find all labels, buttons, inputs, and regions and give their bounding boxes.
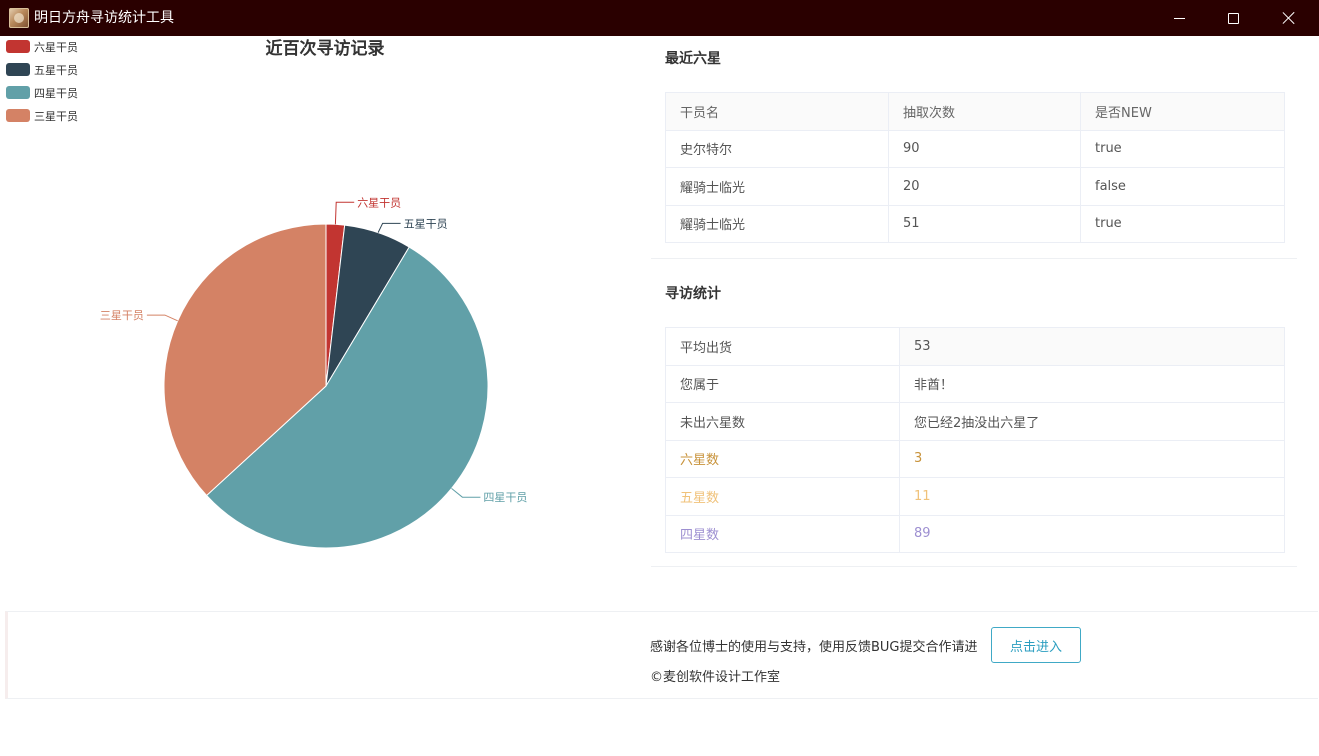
recent-six-table: 干员名 抽取次数 是否NEW 史尔特尔 90 true 耀骑士临光 20 fal… — [665, 92, 1285, 243]
slice-label-0: 六星干员 — [357, 196, 401, 209]
slice-label-3: 三星干员 — [100, 309, 144, 322]
is-new-cell: true — [1080, 204, 1285, 243]
recent-six-title: 最近六星 — [665, 51, 721, 67]
maximize-button[interactable] — [1205, 0, 1261, 36]
minimize-icon — [1173, 17, 1185, 19]
stat-label: 未出六星数 — [665, 402, 900, 441]
maximize-icon — [1227, 12, 1239, 24]
window-title: 明日方舟寻访统计工具 — [34, 10, 174, 26]
stat-label: 平均出货 — [665, 327, 900, 366]
operator-name-cell: 耀骑士临光 — [665, 204, 889, 243]
column-header: 是否NEW — [1080, 92, 1285, 131]
enter-button[interactable]: 点击进入 — [991, 627, 1081, 663]
copyright-text: ©麦创软件设计工作室 — [650, 670, 781, 685]
is-new-cell: true — [1080, 129, 1285, 168]
stat-value: 非酋！ — [899, 364, 1285, 403]
pie-slices — [163, 223, 489, 549]
table-row: 耀骑士临光 51 true — [665, 204, 1285, 243]
label-leader-1 — [377, 222, 401, 233]
operator-name-cell: 耀骑士临光 — [665, 167, 889, 206]
legend-label-0[interactable]: 六星干员 — [34, 41, 78, 54]
close-icon — [1282, 11, 1296, 25]
pull-count-cell: 90 — [888, 129, 1081, 168]
chart-legend: 六星干员五星干员四星干员三星干员 — [6, 40, 78, 123]
four-star-label: 四星数 — [665, 514, 900, 553]
label-leader-0 — [334, 201, 355, 225]
column-header: 干员名 — [665, 92, 889, 131]
table-row: 四星数 89 — [665, 514, 1285, 553]
pie-chart: 近百次寻访记录 六星干员五星干员四星干员三星干员 六星干员五星干员四星干员三星干… — [6, 38, 527, 549]
four-star-count: 89 — [899, 514, 1285, 553]
chart-title: 近百次寻访记录 — [266, 38, 385, 59]
table-row: 未出六星数 您已经2抽没出六星了 — [665, 402, 1285, 441]
label-leader-2 — [451, 488, 481, 498]
title-bar: 明日方舟寻访统计工具 — [0, 0, 1319, 36]
table-row: 您属于 非酋！ — [665, 364, 1285, 403]
five-star-count: 11 — [899, 477, 1285, 516]
pull-count-cell: 51 — [888, 204, 1081, 243]
app-icon — [9, 8, 29, 28]
pull-count-cell: 20 — [888, 167, 1081, 206]
close-button[interactable] — [1261, 0, 1317, 36]
stat-value: 53 — [899, 327, 1285, 366]
feedback-text: 感谢各位博士的使用与支持，使用反馈BUG提交合作请进 — [650, 640, 978, 655]
operator-name-cell: 史尔特尔 — [665, 129, 889, 168]
legend-swatch-1[interactable] — [6, 63, 30, 76]
table-row: 六星数 3 — [665, 439, 1285, 478]
section-divider — [651, 258, 1297, 259]
is-new-cell: false — [1080, 167, 1285, 206]
stats-title: 寻访统计 — [665, 286, 721, 302]
footer — [5, 611, 1318, 699]
column-header: 抽取次数 — [888, 92, 1081, 131]
slice-label-2: 四星干员 — [483, 491, 527, 504]
stat-label: 您属于 — [665, 364, 900, 403]
legend-swatch-0[interactable] — [6, 40, 30, 53]
stat-value: 您已经2抽没出六星了 — [899, 402, 1285, 441]
six-star-label: 六星数 — [665, 439, 900, 478]
section-divider — [651, 566, 1297, 567]
table-row: 耀骑士临光 20 false — [665, 167, 1285, 206]
legend-label-1[interactable]: 五星干员 — [34, 64, 78, 77]
slice-label-1: 五星干员 — [404, 217, 448, 230]
stats-table: 平均出货 53 您属于 非酋！ 未出六星数 您已经2抽没出六星了 六星数 3 五… — [665, 327, 1285, 553]
five-star-label: 五星数 — [665, 477, 900, 516]
table-row: 五星数 11 — [665, 477, 1285, 516]
six-star-count: 3 — [899, 439, 1285, 478]
legend-swatch-3[interactable] — [6, 109, 30, 122]
table-row: 史尔特尔 90 true — [665, 129, 1285, 168]
table-header-row: 干员名 抽取次数 是否NEW — [665, 92, 1285, 131]
label-leader-3 — [146, 314, 178, 322]
minimize-button[interactable] — [1151, 0, 1207, 36]
legend-swatch-2[interactable] — [6, 86, 30, 99]
table-row: 平均出货 53 — [665, 327, 1285, 366]
legend-label-2[interactable]: 四星干员 — [34, 87, 78, 100]
legend-label-3[interactable]: 三星干员 — [34, 110, 78, 123]
